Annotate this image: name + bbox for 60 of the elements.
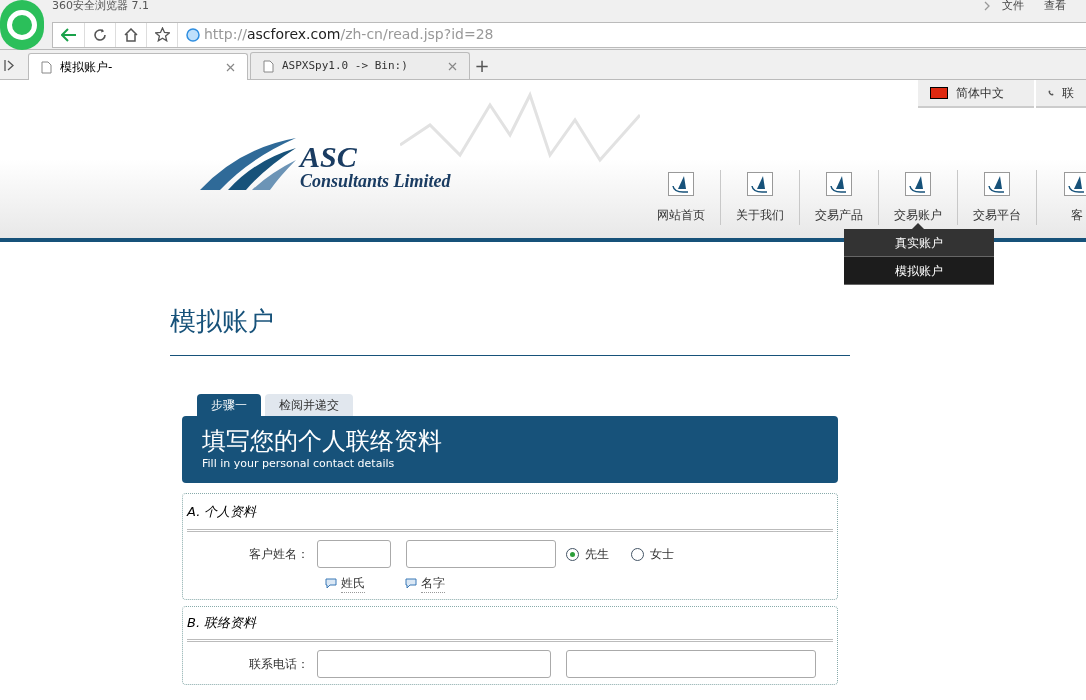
china-flag-icon bbox=[930, 87, 948, 99]
address-bar[interactable]: http://ascforex.com/zh-cn/read.jsp?id=28 bbox=[52, 21, 1086, 48]
reload-icon bbox=[93, 27, 107, 42]
radio-label: 先生 bbox=[585, 546, 609, 563]
nav-item[interactable]: 交易产品 bbox=[800, 170, 879, 225]
star-icon bbox=[154, 27, 170, 42]
step-tab[interactable]: 检阅并递交 bbox=[265, 394, 353, 416]
browser-tab[interactable]: 模拟账户- bbox=[28, 53, 248, 80]
browser-logo-icon[interactable] bbox=[0, 0, 44, 50]
sail-icon bbox=[984, 172, 1010, 196]
menu-item[interactable]: 查看 bbox=[1044, 0, 1066, 12]
field-label: 客户姓名： bbox=[248, 546, 310, 563]
close-icon[interactable] bbox=[448, 61, 457, 71]
logo-subtitle: Consultants Limited bbox=[300, 172, 451, 190]
sail-icon bbox=[747, 172, 773, 196]
top-link[interactable]: 简体中文 bbox=[918, 80, 1034, 108]
top-link[interactable]: 联 bbox=[1036, 80, 1086, 108]
page-title: 模拟账户 bbox=[170, 302, 850, 356]
nav-item[interactable]: 交易平台 bbox=[958, 170, 1037, 225]
url-text: http://ascforex.com/zh-cn/read.jsp?id=28 bbox=[204, 25, 494, 44]
given-name-input[interactable] bbox=[406, 540, 556, 568]
banner-title: 填写您的个人联络资料 bbox=[202, 426, 443, 456]
nav-item[interactable]: 网站首页 bbox=[642, 170, 721, 225]
field-hint: 名字 bbox=[421, 574, 445, 593]
radio-label: 女士 bbox=[650, 546, 674, 563]
close-icon[interactable] bbox=[226, 62, 235, 72]
dropdown-item[interactable]: 真实账户 bbox=[844, 229, 994, 257]
field-label: 联系电话： bbox=[248, 655, 310, 673]
sidebar-toggle-icon[interactable] bbox=[4, 60, 15, 71]
sail-icon bbox=[668, 172, 694, 196]
page-icon bbox=[41, 60, 52, 74]
phone-input[interactable] bbox=[566, 649, 816, 678]
swoosh-logo-icon bbox=[200, 138, 296, 190]
tab-title: ASPXSpy1.0 -> Bin:) bbox=[282, 57, 409, 74]
browser-tab[interactable]: ASPXSpy1.0 -> Bin:) bbox=[250, 52, 470, 79]
speech-bubble-icon bbox=[405, 578, 417, 589]
page-icon bbox=[263, 59, 274, 73]
radio-button[interactable] bbox=[631, 547, 644, 561]
surname-input[interactable] bbox=[317, 540, 391, 568]
sail-icon bbox=[905, 172, 931, 196]
window-title: 360安全浏览器 7.1 bbox=[52, 0, 149, 12]
section-title: B. 联络资料 bbox=[187, 607, 833, 642]
field-hint: 姓氏 bbox=[341, 574, 365, 593]
section-title: A. 个人资料 bbox=[187, 493, 833, 532]
sail-icon bbox=[826, 172, 852, 196]
radio-button[interactable] bbox=[566, 547, 579, 561]
globe-icon bbox=[186, 27, 200, 42]
menu-item[interactable]: 文件 bbox=[1002, 0, 1024, 12]
logo-title: ASC bbox=[300, 142, 358, 172]
speech-bubble-icon bbox=[325, 578, 337, 589]
step-tab[interactable]: 步骤一 bbox=[197, 394, 261, 416]
phone-input[interactable] bbox=[317, 649, 551, 678]
back-arrow-icon bbox=[60, 27, 77, 42]
new-tab-button[interactable]: + bbox=[470, 53, 494, 79]
tab-title: 模拟账户- bbox=[60, 59, 114, 76]
nav-item[interactable]: 客 bbox=[1037, 170, 1086, 225]
banner-subtitle: Fill in your personal contact details bbox=[202, 456, 396, 472]
nav-item[interactable]: 关于我们 bbox=[721, 170, 800, 225]
chevron-icon[interactable] bbox=[984, 1, 990, 11]
home-icon bbox=[124, 27, 138, 42]
